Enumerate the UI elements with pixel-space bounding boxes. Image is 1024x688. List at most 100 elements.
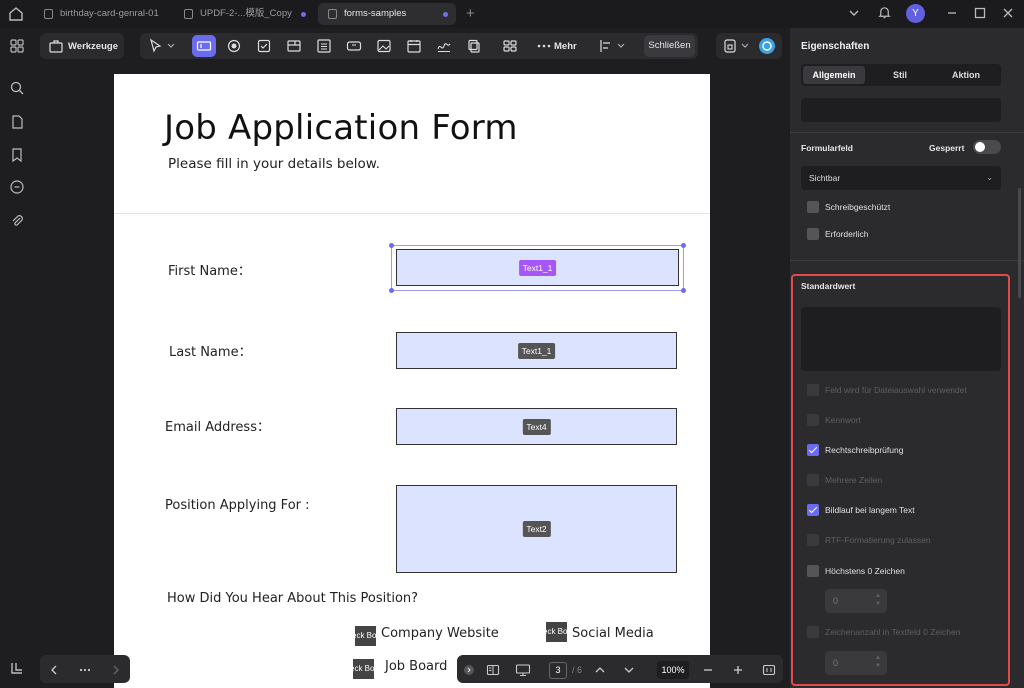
- resize-handle[interactable]: [681, 288, 686, 293]
- email-field[interactable]: Text4: [396, 408, 677, 445]
- locked-toggle[interactable]: [973, 140, 1001, 154]
- last-name-label: Last Name：: [169, 345, 252, 360]
- visibility-value: Sichtbar: [809, 173, 841, 183]
- reading-mode-icon[interactable]: [486, 663, 500, 677]
- chevron-down-icon: ⌄: [986, 173, 993, 182]
- password-checkbox[interactable]: [807, 414, 819, 426]
- logo-icon[interactable]: [9, 660, 25, 676]
- new-tab-icon[interactable]: +: [466, 5, 475, 22]
- save-icon[interactable]: [722, 38, 738, 54]
- text-field-icon: [196, 41, 212, 51]
- chevron-right-icon[interactable]: [110, 664, 122, 676]
- tab-general[interactable]: Allgemein: [803, 66, 865, 84]
- home-icon[interactable]: [6, 4, 26, 24]
- chevron-down-icon[interactable]: [740, 38, 750, 54]
- tab-style[interactable]: Stil: [869, 66, 931, 84]
- field-name-tag: Text1_1: [517, 342, 556, 359]
- chevron-left-icon[interactable]: [48, 664, 60, 676]
- button-icon[interactable]: [346, 38, 362, 54]
- max-chars-checkbox[interactable]: [807, 565, 819, 577]
- search-icon[interactable]: [9, 80, 25, 96]
- file-select-checkbox[interactable]: [807, 384, 819, 396]
- close-window-icon[interactable]: [1002, 7, 1014, 19]
- chevron-down-icon[interactable]: [623, 664, 635, 676]
- zoom-level[interactable]: 100%: [657, 661, 689, 679]
- rtf-label: RTF-Formatierung zulassen: [825, 535, 931, 545]
- position-field[interactable]: Text2: [396, 485, 677, 573]
- grid-icon[interactable]: [502, 38, 518, 54]
- unsaved-dot-icon: [443, 12, 448, 17]
- comment-icon[interactable]: [9, 179, 25, 195]
- date-field-icon[interactable]: [406, 38, 422, 54]
- scroll-long-text-checkbox[interactable]: [807, 504, 819, 516]
- multiline-checkbox[interactable]: [807, 474, 819, 486]
- collapse-icon[interactable]: [463, 664, 475, 676]
- rtf-checkbox[interactable]: [807, 534, 819, 546]
- tools-button[interactable]: Werkzeuge: [40, 33, 124, 59]
- resize-handle[interactable]: [389, 243, 394, 248]
- company-website-checkbox[interactable]: eck Bo: [355, 626, 376, 646]
- close-form-mode-button[interactable]: Schließen: [644, 35, 695, 57]
- radio-button-icon[interactable]: [226, 38, 242, 54]
- list-box-icon[interactable]: [316, 38, 332, 54]
- chevron-down-icon[interactable]: [848, 7, 860, 19]
- social-media-checkbox[interactable]: eck Bo: [546, 622, 567, 642]
- readonly-checkbox[interactable]: [807, 201, 819, 213]
- comb-checkbox[interactable]: [807, 626, 819, 638]
- zoom-in-icon[interactable]: [732, 664, 744, 676]
- field-name-input[interactable]: [801, 98, 1001, 122]
- attachment-icon[interactable]: [9, 213, 25, 229]
- divider: [790, 132, 1024, 133]
- spellcheck-checkbox[interactable]: [807, 444, 819, 456]
- tab-label: forms-samples: [344, 8, 407, 19]
- presentation-icon[interactable]: [515, 663, 531, 677]
- more-dots-icon[interactable]: [78, 664, 92, 676]
- more-button[interactable]: Mehr: [554, 41, 577, 52]
- tab-updf-copy[interactable]: UPDF-2-...模版_Copy: [174, 3, 314, 25]
- visibility-select[interactable]: Sichtbar ⌄: [801, 166, 1001, 190]
- required-checkbox[interactable]: [807, 228, 819, 240]
- bookmark-icon[interactable]: [9, 147, 25, 163]
- chevron-down-icon[interactable]: [616, 38, 626, 54]
- cursor-icon[interactable]: [148, 38, 164, 54]
- checkbox-icon[interactable]: [256, 38, 272, 54]
- user-avatar[interactable]: Y: [906, 4, 925, 23]
- minimize-icon[interactable]: [946, 7, 958, 19]
- ai-assistant-icon[interactable]: [758, 37, 776, 55]
- max-chars-stepper[interactable]: 0 ▲ ▼: [825, 589, 887, 613]
- zoom-out-icon[interactable]: [702, 664, 714, 676]
- image-field-icon[interactable]: [376, 38, 392, 54]
- panel-title: Eigenschaften: [801, 41, 870, 52]
- combo-box-icon[interactable]: [286, 38, 302, 54]
- stepper-arrows-icon: ▲ ▼: [875, 655, 881, 669]
- tab-forms-samples[interactable]: forms-samples: [318, 3, 456, 25]
- current-page-input[interactable]: 3: [549, 662, 567, 679]
- form-title: Job Application Form: [164, 108, 518, 148]
- bell-icon[interactable]: [877, 5, 892, 20]
- resize-handle[interactable]: [681, 243, 686, 248]
- field-name-tag: Text4: [522, 418, 551, 435]
- password-label: Kennwort: [825, 415, 861, 425]
- tab-action[interactable]: Aktion: [935, 66, 997, 84]
- align-icon[interactable]: [598, 38, 614, 54]
- chevron-up-icon[interactable]: [594, 664, 606, 676]
- first-name-field[interactable]: Text1_1: [396, 249, 679, 286]
- duplicate-icon[interactable]: [466, 38, 482, 54]
- document-icon: [184, 9, 193, 19]
- maximize-icon[interactable]: [974, 7, 986, 19]
- thumbnails-icon[interactable]: [9, 38, 25, 54]
- fit-page-icon[interactable]: [762, 663, 776, 677]
- default-value-textarea[interactable]: [801, 307, 1001, 371]
- tab-birthday-card[interactable]: birthday-card-genral-01: [34, 3, 172, 25]
- chevron-down-icon[interactable]: [166, 38, 176, 54]
- panel-scrollbar[interactable]: [1018, 188, 1021, 298]
- pages-icon[interactable]: [9, 114, 25, 130]
- comb-stepper[interactable]: 0 ▲ ▼: [825, 651, 887, 675]
- signature-icon[interactable]: [436, 38, 452, 54]
- last-name-field[interactable]: Text1_1: [396, 332, 677, 369]
- email-label: Email Address：: [165, 420, 270, 435]
- job-board-label: Job Board: [385, 659, 448, 674]
- job-board-checkbox[interactable]: eck Bo: [353, 659, 374, 679]
- resize-handle[interactable]: [389, 288, 394, 293]
- pdf-page: Job Application Form Please fill in your…: [114, 74, 710, 688]
